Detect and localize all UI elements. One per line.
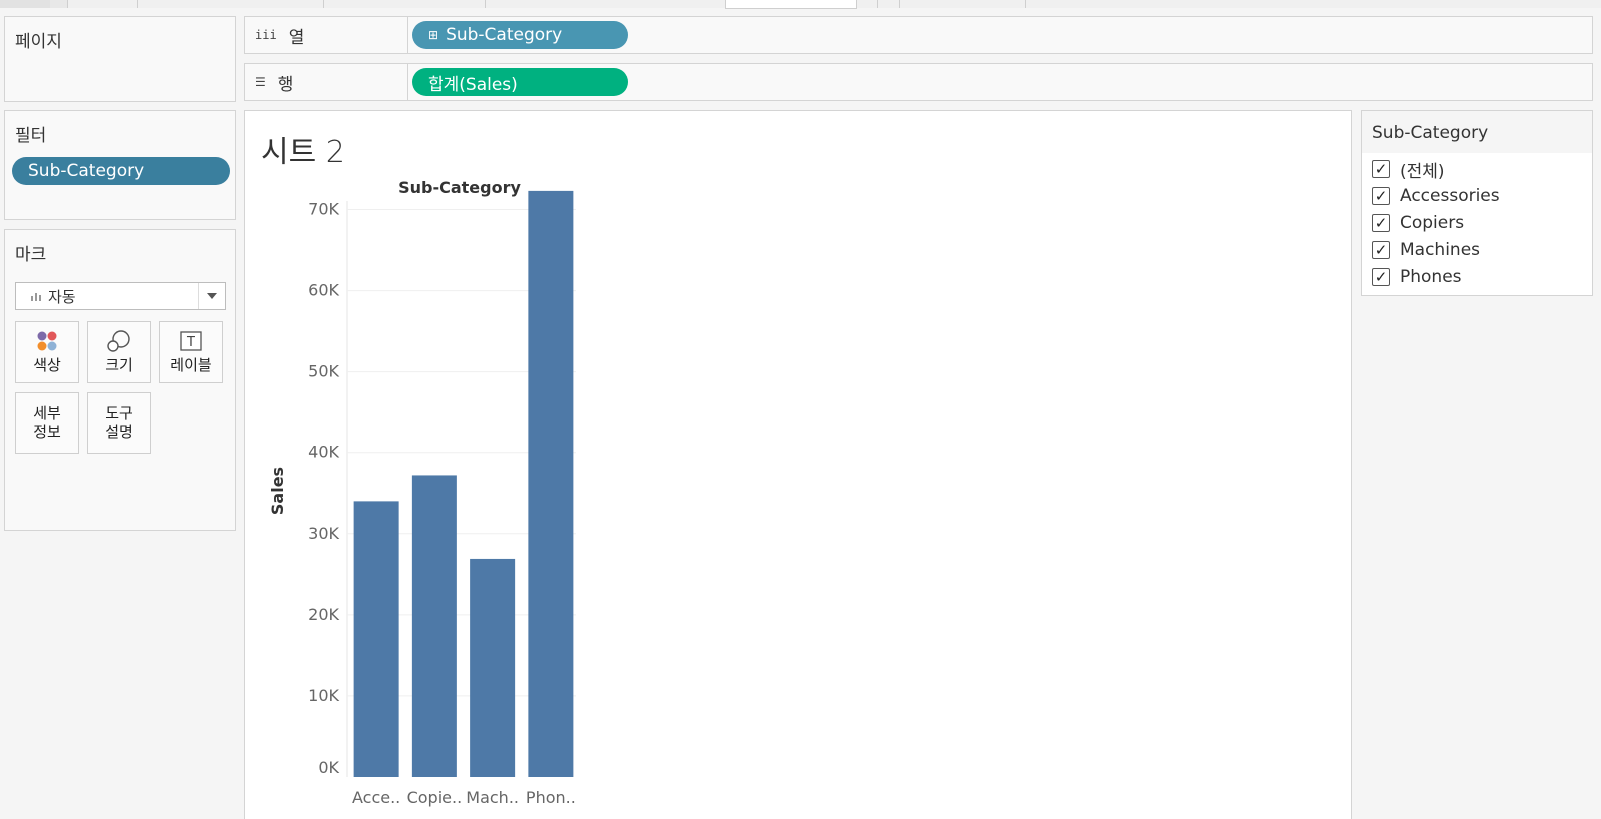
toolbar-tab[interactable]: [0, 0, 51, 8]
color-mark-button[interactable]: 색상: [15, 321, 79, 383]
detail-mark-button[interactable]: 세부 정보: [15, 392, 79, 454]
filter-option-all[interactable]: ✓ (전체): [1372, 158, 1445, 182]
toolbar-tab[interactable]: [899, 0, 1026, 8]
pages-panel[interactable]: 페이지: [4, 16, 236, 102]
bar-chart: 0K 10K 20K 30K 40K 50K 60K 70K Sub-Category Sales…: [268, 178, 576, 807]
y-tick-label: 30K: [308, 524, 339, 543]
y-tick-label: 60K: [308, 281, 339, 300]
marks-panel-title: 마크: [15, 245, 47, 265]
bar-phones: [528, 190, 574, 777]
bar-chart-icon: [31, 293, 41, 301]
color-mark-label: 색상: [33, 355, 61, 374]
filter-option-phones[interactable]: ✓ Phones: [1372, 266, 1462, 288]
chart-title: Sub-Category: [398, 178, 521, 197]
chevron-down-icon[interactable]: [198, 283, 225, 309]
toolbar-dropdown[interactable]: [725, 0, 857, 9]
bar-machines: [470, 558, 516, 777]
filter-option-label: Machines: [1400, 240, 1481, 260]
filter-option-accessories[interactable]: ✓ Accessories: [1372, 185, 1500, 207]
size-icon: [107, 329, 130, 352]
checkbox-checked-icon[interactable]: ✓: [1372, 214, 1390, 232]
y-tick-label: 0K: [318, 758, 339, 777]
text-label-icon: T: [180, 330, 202, 351]
filter-card-title: Sub-Category: [1372, 123, 1489, 143]
bar-copiers: [411, 475, 457, 777]
detail-mark-label-line1: 세부: [33, 404, 61, 423]
x-tick-label: Copie..: [407, 788, 463, 807]
filter-card-header: Sub-Category: [1362, 111, 1592, 153]
detail-mark-label-line2: 정보: [33, 423, 61, 441]
y-tick-label: 70K: [308, 200, 339, 219]
filter-option-label: Phones: [1400, 267, 1462, 287]
marks-panel[interactable]: 마크 자동 색상 크기 T 레이블 세부 정보 도구 설명: [4, 229, 236, 531]
filter-option-label: Copiers: [1400, 213, 1465, 233]
tooltip-mark-button[interactable]: 도구 설명: [87, 392, 151, 454]
tooltip-mark-label-line1: 도구: [105, 404, 133, 423]
filter-pill-sub-category[interactable]: Sub-Category: [12, 157, 230, 185]
filter-option-label: (전체): [1400, 161, 1445, 182]
x-tick-label: Phon..: [526, 788, 576, 807]
mark-type-dropdown[interactable]: 자동: [15, 282, 226, 310]
tooltip-mark-label-line2: 설명: [105, 423, 133, 441]
pages-panel-title: 페이지: [15, 32, 62, 52]
checkbox-checked-icon[interactable]: ✓: [1372, 241, 1390, 259]
sub-category-filter-card[interactable]: Sub-Category ✓ (전체) ✓ Accessories ✓ Copi…: [1361, 110, 1593, 296]
size-mark-button[interactable]: 크기: [87, 321, 151, 383]
checkbox-checked-icon[interactable]: ✓: [1372, 160, 1390, 178]
toolbar-tab[interactable]: [67, 0, 138, 8]
y-tick-label: 40K: [308, 443, 339, 462]
filters-panel-title: 필터: [15, 126, 47, 146]
checkbox-checked-icon[interactable]: ✓: [1372, 187, 1390, 205]
label-mark-label: 레이블: [170, 355, 212, 374]
x-tick-label: Acce..: [352, 788, 400, 807]
x-tick-label: Mach..: [466, 788, 519, 807]
svg-text:T: T: [186, 335, 195, 350]
color-icon: [37, 331, 57, 351]
filters-panel[interactable]: 필터 Sub-Category: [4, 110, 236, 220]
view-canvas[interactable]: 시트 2 0K 10K 20K 30K 40K 50K 60K 70K Sub-Category…: [244, 110, 1352, 819]
toolbar-tab[interactable]: [50, 0, 68, 8]
y-tick-label: 20K: [308, 605, 339, 624]
y-axis-title: Sales: [268, 467, 287, 515]
checkbox-checked-icon[interactable]: ✓: [1372, 268, 1390, 286]
y-tick-label: 10K: [308, 686, 339, 705]
toolbar-tab[interactable]: [877, 0, 900, 8]
bar-accessories: [353, 501, 399, 777]
filter-option-machines[interactable]: ✓ Machines: [1372, 239, 1480, 261]
label-mark-button[interactable]: T 레이블: [159, 321, 223, 383]
filter-option-label: Accessories: [1400, 186, 1500, 206]
filter-pill-label: Sub-Category: [28, 161, 145, 181]
toolbar-tab[interactable]: [855, 0, 878, 8]
top-toolbar-strip: [0, 0, 1601, 9]
size-mark-label: 크기: [105, 355, 133, 374]
mark-type-value: 자동: [48, 287, 76, 306]
y-tick-label: 50K: [308, 362, 339, 381]
filter-option-copiers[interactable]: ✓ Copiers: [1372, 212, 1464, 234]
